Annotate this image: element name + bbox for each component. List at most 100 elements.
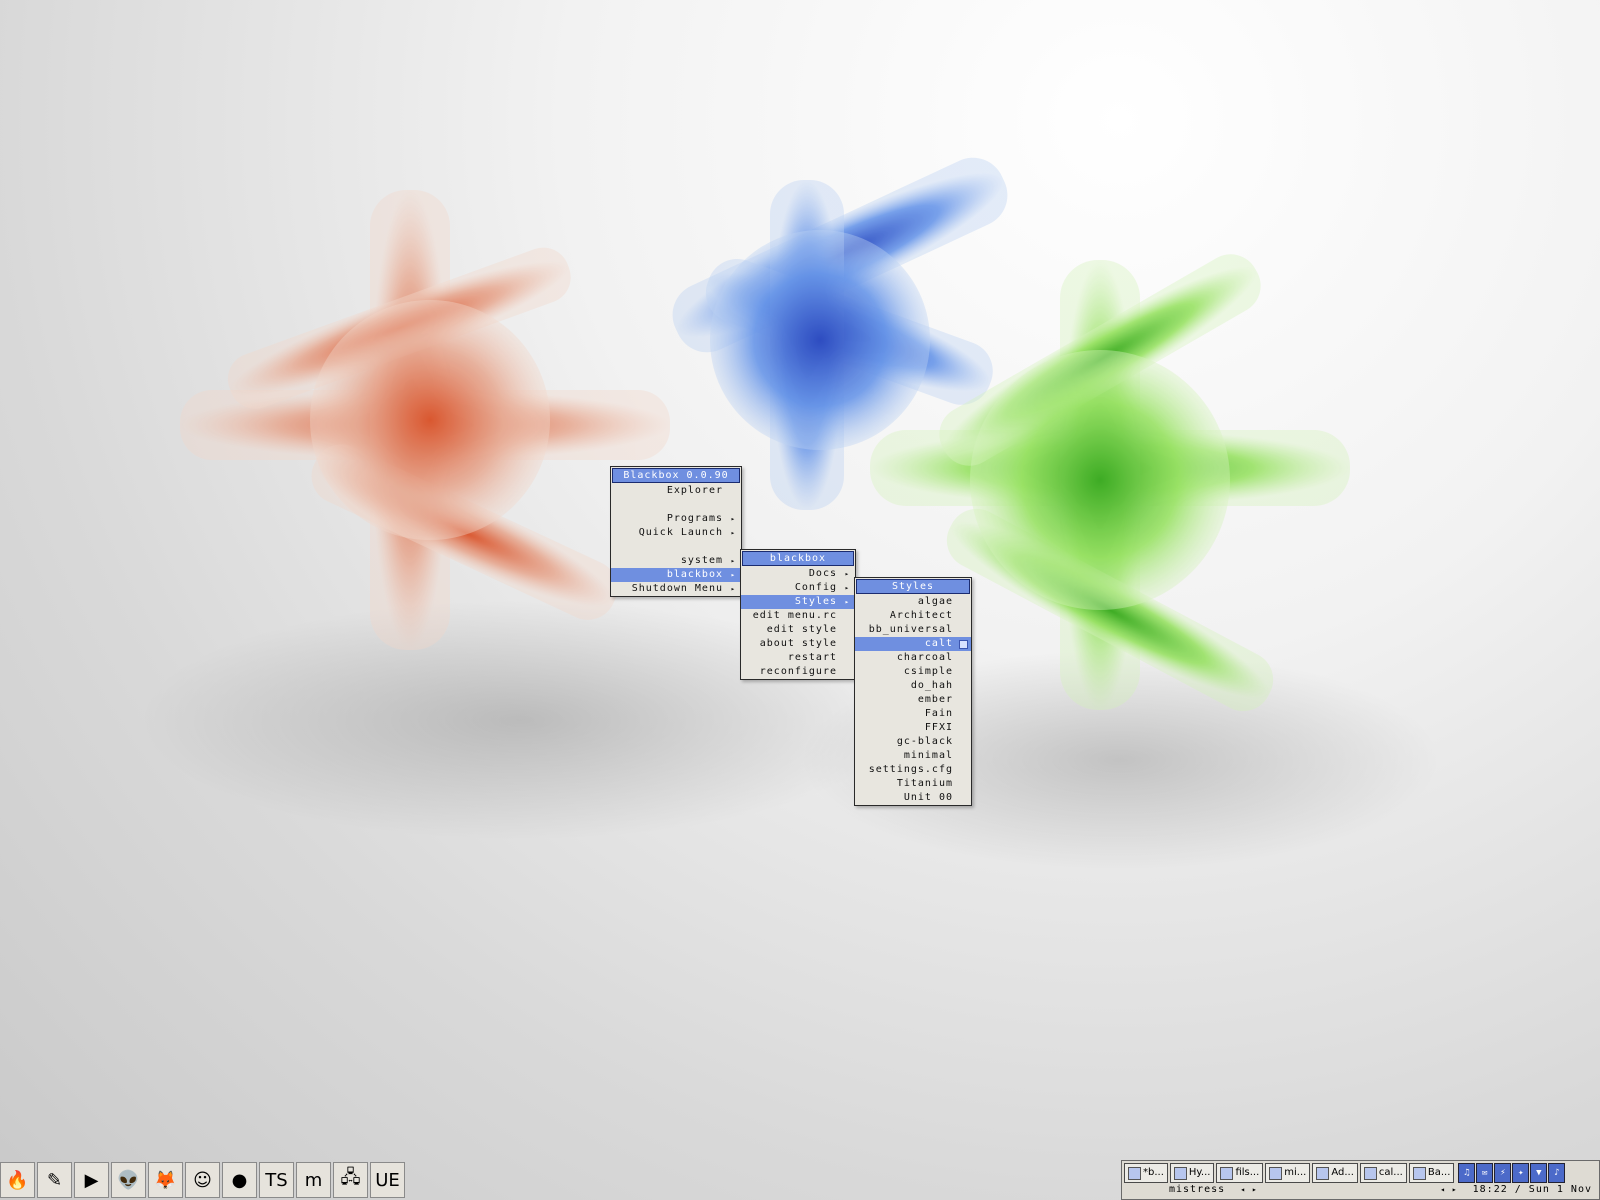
blackbox-menu-item-about-style[interactable]: about style (741, 637, 855, 651)
app-icon (1173, 1166, 1187, 1180)
menu-item-label: Architect (889, 610, 953, 621)
menu-item-label: edit style (766, 624, 837, 635)
menu-item-label: Fain (924, 708, 953, 719)
app-icon (1128, 1166, 1141, 1180)
root-menu-items: Explorer Programs ▸ Quick Launch ▸ system ▸ bla… (611, 484, 741, 596)
styles-menu-item-settings-cfg[interactable]: settings.cfg (855, 763, 971, 777)
menu-item-label: Docs (808, 568, 837, 579)
styles-menu-item-calt[interactable]: calt (855, 637, 971, 651)
menu-item-label: FFXI (924, 722, 953, 733)
styles-menu-item-fain[interactable]: Fain (855, 707, 971, 721)
blackbox-menu-item-edit-style[interactable]: edit style (741, 623, 855, 637)
menu-item-label: about style (759, 638, 837, 649)
styles-menu-item-bb-universal[interactable]: bb_universal (855, 623, 971, 637)
ts-icon[interactable]: TS (259, 1162, 294, 1198)
menu-item-label: Unit 00 (903, 792, 953, 803)
menu-item-label: algae (917, 596, 953, 607)
menu-item-label: csimple (903, 666, 953, 677)
checkmark-icon (959, 640, 968, 649)
root-menu-item-programs[interactable]: Programs ▸ (611, 512, 741, 526)
root-menu-item-quick-launch[interactable]: Quick Launch ▸ (611, 526, 741, 540)
pdf-icon[interactable]: ⚡ (1494, 1163, 1512, 1183)
status-row: mistress ◂ ▸ ◂ ▸ 18:22 / Sun 1 Nov (1124, 1184, 1596, 1198)
styles-menu-item-architect[interactable]: Architect (855, 609, 971, 623)
network-icon[interactable]: ▼ (1530, 1163, 1548, 1183)
menu-separator (611, 540, 741, 554)
menu-item-label: Titanium (896, 778, 953, 789)
styles-submenu-items: algae Architect bb_universalcalt charcoal cs… (855, 595, 971, 805)
menu-item-label: do_hah (910, 680, 953, 691)
tool-icon[interactable]: ✦ (1512, 1163, 1530, 1183)
root-menu: Blackbox 0.0.90 Explorer Programs ▸ Quick L… (610, 466, 742, 597)
menu-item-label: Programs (666, 513, 723, 524)
styles-menu-item-ffxi[interactable]: FFXI (855, 721, 971, 735)
messenger-icon[interactable]: ☺ (185, 1162, 220, 1198)
root-menu-item-blackbox[interactable]: blackbox ▸ (611, 568, 741, 582)
launch-bar: 🔥 ✎ ▶ 👽 🦊 ☺ ● TS m 🖧 UE (0, 1162, 405, 1200)
blackbox-menu-item-config[interactable]: Config ▸ (741, 581, 855, 595)
app-icon (1220, 1166, 1234, 1180)
styles-menu-item-algae[interactable]: algae (855, 595, 971, 609)
menu-item-label: Styles (794, 596, 837, 607)
submenu-arrow-icon: ▸ (730, 515, 736, 523)
media-player-icon[interactable]: ▶ (74, 1162, 109, 1198)
styles-menu-item-titanium[interactable]: Titanium (855, 777, 971, 791)
headset-icon[interactable]: ♫ (1458, 1163, 1476, 1183)
volume-icon[interactable]: ♪ (1548, 1163, 1566, 1183)
network-computer-icon[interactable]: 🖧 (333, 1162, 368, 1198)
submenu-arrow-icon: ▸ (844, 598, 850, 606)
styles-submenu-title[interactable]: Styles (856, 579, 970, 594)
blackbox-submenu-items: Docs ▸ Config ▸ Styles ▸ edit menu.rc edit styl… (741, 567, 855, 679)
blackbox-menu-item-docs[interactable]: Docs ▸ (741, 567, 855, 581)
styles-menu-item-charcoal[interactable]: charcoal (855, 651, 971, 665)
root-menu-title[interactable]: Blackbox 0.0.90 (612, 468, 740, 483)
workspace-arrows[interactable]: ◂ ▸ (1240, 1185, 1257, 1194)
task-button[interactable]: Ba... (1408, 1163, 1455, 1183)
styles-menu-item-ember[interactable]: ember (855, 693, 971, 707)
blackbox-menu-item-edit-menu-rc[interactable]: edit menu.rc (741, 609, 855, 623)
blackbox-menu-item-reconfigure[interactable]: reconfigure (741, 665, 855, 679)
system-tray: ♫ ✉ ⚡ ✦ ▼ ♪ (1458, 1163, 1566, 1183)
submenu-arrow-icon: ▸ (844, 570, 850, 578)
app-icon (1316, 1166, 1330, 1180)
task-button[interactable]: *b... (1124, 1163, 1168, 1183)
clock-arrows[interactable]: ◂ ▸ (1440, 1185, 1457, 1194)
mail-icon[interactable]: ✉ (1476, 1163, 1494, 1183)
blackbox-submenu-title[interactable]: blackbox (742, 551, 854, 566)
menu-item-label: blackbox (666, 569, 723, 580)
menu-item-label: ember (917, 694, 953, 705)
styles-menu-item-do-hah[interactable]: do_hah (855, 679, 971, 693)
root-menu-item-explorer[interactable]: Explorer (611, 484, 741, 498)
menu-item-label: calt (924, 638, 953, 649)
ultraedit-icon[interactable]: UE (370, 1162, 405, 1198)
quill-icon[interactable]: ✎ (37, 1162, 72, 1198)
fire-keyboard-icon[interactable]: 🔥 (0, 1162, 35, 1198)
blackbox-menu-item-styles[interactable]: Styles ▸ (741, 595, 855, 609)
alien-icon[interactable]: 👽 (111, 1162, 146, 1198)
styles-menu-item-unit-00[interactable]: Unit 00 (855, 791, 971, 805)
blackbox-menu-item-restart[interactable]: restart (741, 651, 855, 665)
menu-item-label: reconfigure (759, 666, 837, 677)
task-button[interactable]: fils... (1216, 1163, 1264, 1183)
styles-menu-item-gc-black[interactable]: gc-black (855, 735, 971, 749)
task-button[interactable]: Hy... (1169, 1163, 1215, 1183)
bowling-icon[interactable]: ● (222, 1162, 257, 1198)
blackbox-submenu: blackbox Docs ▸ Config ▸ Styles ▸ edit menu.rc… (740, 549, 856, 680)
task-label: mi... (1284, 1167, 1307, 1178)
submenu-arrow-icon: ▸ (730, 529, 736, 537)
m-app-icon[interactable]: m (296, 1162, 331, 1198)
workspace-label[interactable]: mistress ◂ ▸ (1169, 1184, 1258, 1195)
root-menu-item-system[interactable]: system ▸ (611, 554, 741, 568)
task-button[interactable]: Ad... (1312, 1163, 1358, 1183)
app-icon (1412, 1166, 1426, 1180)
task-button[interactable]: cal... (1359, 1163, 1407, 1183)
styles-menu-item-minimal[interactable]: minimal (855, 749, 971, 763)
menu-item-label: Quick Launch (638, 527, 723, 538)
app-icon (1363, 1166, 1377, 1180)
firefox-icon[interactable]: 🦊 (148, 1162, 183, 1198)
task-button[interactable]: mi... (1265, 1163, 1311, 1183)
task-buttons: *b... Hy... fils... mi... Ad... cal... Ba... ♫… (1124, 1163, 1566, 1183)
styles-menu-item-csimple[interactable]: csimple (855, 665, 971, 679)
menu-item-label: bb_universal (868, 624, 953, 635)
root-menu-item-shutdown-menu[interactable]: Shutdown Menu ▸ (611, 582, 741, 596)
